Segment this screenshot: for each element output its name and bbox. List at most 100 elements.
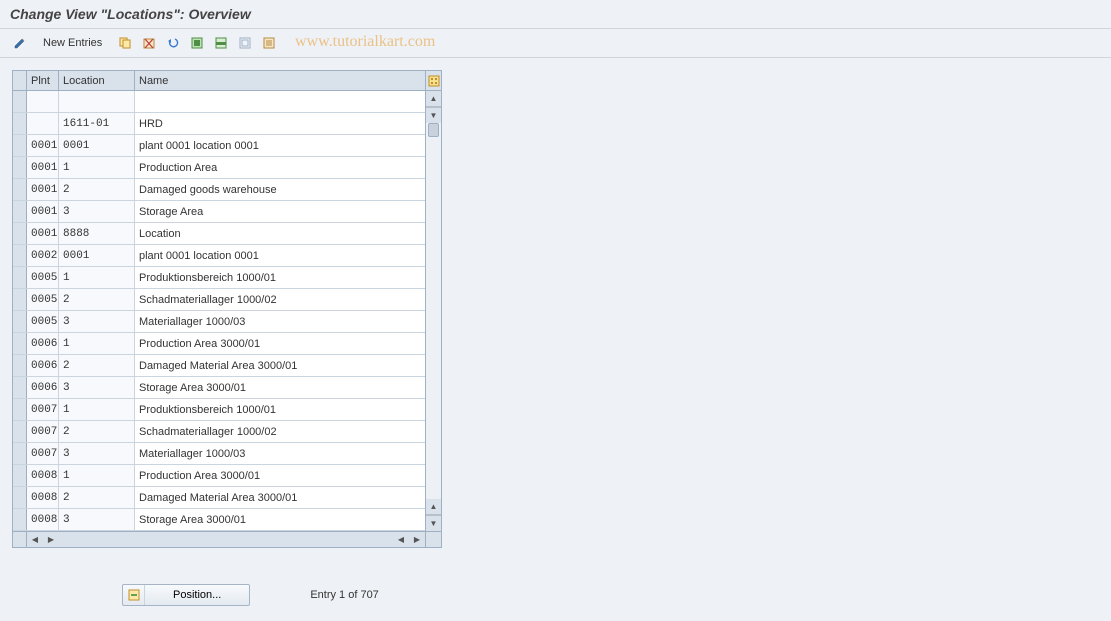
cell-name[interactable]: Storage Area 3000/01 (135, 509, 425, 530)
cell-location[interactable]: 8888 (59, 223, 135, 244)
cell-name[interactable]: Damaged goods warehouse (135, 179, 425, 200)
cell-plnt[interactable]: 0001 (27, 179, 59, 200)
row-selector[interactable] (13, 421, 27, 442)
cell-plnt[interactable] (27, 91, 59, 112)
configuration-icon[interactable] (259, 33, 279, 53)
cell-plnt[interactable]: 0001 (27, 223, 59, 244)
cell-name[interactable]: Schadmateriallager 1000/02 (135, 421, 425, 442)
cell-location[interactable]: 0001 (59, 245, 135, 266)
cell-location[interactable]: 1 (59, 465, 135, 486)
table-header-selector[interactable] (13, 71, 27, 90)
cell-name[interactable]: Storage Area 3000/01 (135, 377, 425, 398)
cell-name[interactable]: Materiallager 1000/03 (135, 443, 425, 464)
row-selector[interactable] (13, 355, 27, 376)
row-selector[interactable] (13, 157, 27, 178)
cell-name[interactable]: HRD (135, 113, 425, 134)
undo-change-icon[interactable] (163, 33, 183, 53)
table-header-plnt[interactable]: Plnt (27, 71, 59, 90)
cell-name[interactable]: Materiallager 1000/03 (135, 311, 425, 332)
row-selector[interactable] (13, 399, 27, 420)
table-row[interactable]: 00082Damaged Material Area 3000/01 (13, 487, 425, 509)
cell-location[interactable]: 2 (59, 487, 135, 508)
cell-plnt[interactable]: 0007 (27, 443, 59, 464)
cell-name[interactable]: plant 0001 location 0001 (135, 245, 425, 266)
row-selector[interactable] (13, 223, 27, 244)
table-row[interactable]: 00061Production Area 3000/01 (13, 333, 425, 355)
row-selector[interactable] (13, 465, 27, 486)
table-row[interactable]: 00062Damaged Material Area 3000/01 (13, 355, 425, 377)
horizontal-scrollbar[interactable]: ◀ ▶ ◀ ▶ (13, 531, 441, 547)
table-row[interactable]: 00071Produktionsbereich 1000/01 (13, 399, 425, 421)
table-config-icon[interactable] (425, 71, 441, 90)
cell-location[interactable]: 1 (59, 333, 135, 354)
table-row[interactable]: 00011Production Area (13, 157, 425, 179)
row-selector[interactable] (13, 201, 27, 222)
new-entries-button[interactable]: New Entries (34, 33, 111, 53)
cell-plnt[interactable]: 0001 (27, 201, 59, 222)
cell-name[interactable]: Storage Area (135, 201, 425, 222)
cell-name[interactable]: Produktionsbereich 1000/01 (135, 267, 425, 288)
row-selector[interactable] (13, 289, 27, 310)
table-row[interactable]: 00052Schadmateriallager 1000/02 (13, 289, 425, 311)
delete-icon[interactable] (139, 33, 159, 53)
cell-location[interactable]: 1 (59, 399, 135, 420)
row-selector[interactable] (13, 267, 27, 288)
row-selector[interactable] (13, 91, 27, 112)
cell-location[interactable]: 3 (59, 377, 135, 398)
table-row[interactable]: 00010001plant 0001 location 0001 (13, 135, 425, 157)
select-block-icon[interactable] (211, 33, 231, 53)
cell-location[interactable]: 1 (59, 157, 135, 178)
row-selector[interactable] (13, 333, 27, 354)
cell-plnt[interactable] (27, 113, 59, 134)
cell-plnt[interactable]: 0007 (27, 399, 59, 420)
table-header-location[interactable]: Location (59, 71, 135, 90)
row-selector[interactable] (13, 245, 27, 266)
cell-location[interactable] (59, 91, 135, 112)
hscroll-right-icon[interactable]: ▶ (43, 532, 59, 547)
table-row[interactable]: 00072Schadmateriallager 1000/02 (13, 421, 425, 443)
scrollbar-thumb[interactable] (428, 123, 439, 137)
row-selector[interactable] (13, 443, 27, 464)
copy-as-icon[interactable] (115, 33, 135, 53)
toggle-change-icon[interactable] (10, 33, 30, 53)
scroll-down-page-icon[interactable]: ▼ (426, 515, 441, 531)
row-selector[interactable] (13, 377, 27, 398)
cell-plnt[interactable]: 0006 (27, 377, 59, 398)
table-row[interactable]: 00012Damaged goods warehouse (13, 179, 425, 201)
row-selector[interactable] (13, 113, 27, 134)
cell-name[interactable]: Location (135, 223, 425, 244)
cell-location[interactable]: 3 (59, 509, 135, 530)
hscroll-left2-icon[interactable]: ◀ (393, 532, 409, 547)
cell-plnt[interactable]: 0008 (27, 465, 59, 486)
cell-plnt[interactable]: 0005 (27, 311, 59, 332)
deselect-all-icon[interactable] (235, 33, 255, 53)
table-row[interactable]: 1611-01HRD (13, 113, 425, 135)
cell-plnt[interactable]: 0001 (27, 135, 59, 156)
cell-name[interactable]: Production Area (135, 157, 425, 178)
position-button[interactable]: Position... (122, 584, 250, 606)
cell-plnt[interactable]: 0005 (27, 267, 59, 288)
cell-plnt[interactable]: 0006 (27, 333, 59, 354)
cell-plnt[interactable]: 0001 (27, 157, 59, 178)
cell-plnt[interactable]: 0006 (27, 355, 59, 376)
row-selector[interactable] (13, 311, 27, 332)
cell-name[interactable]: Schadmateriallager 1000/02 (135, 289, 425, 310)
row-selector[interactable] (13, 487, 27, 508)
cell-name[interactable]: plant 0001 location 0001 (135, 135, 425, 156)
cell-name[interactable]: Damaged Material Area 3000/01 (135, 355, 425, 376)
cell-location[interactable]: 1611-01 (59, 113, 135, 134)
cell-location[interactable]: 3 (59, 201, 135, 222)
table-header-name[interactable]: Name (135, 71, 425, 90)
scroll-down-icon[interactable]: ▼ (426, 107, 441, 123)
cell-plnt[interactable]: 0002 (27, 245, 59, 266)
cell-location[interactable]: 2 (59, 289, 135, 310)
cell-plnt[interactable]: 0007 (27, 421, 59, 442)
hscroll-right2-icon[interactable]: ▶ (409, 532, 425, 547)
cell-name[interactable]: Production Area 3000/01 (135, 333, 425, 354)
table-row[interactable]: 00051Produktionsbereich 1000/01 (13, 267, 425, 289)
table-row[interactable]: 00013Storage Area (13, 201, 425, 223)
cell-name[interactable]: Damaged Material Area 3000/01 (135, 487, 425, 508)
cell-plnt[interactable]: 0005 (27, 289, 59, 310)
cell-location[interactable]: 2 (59, 355, 135, 376)
cell-name[interactable]: Production Area 3000/01 (135, 465, 425, 486)
